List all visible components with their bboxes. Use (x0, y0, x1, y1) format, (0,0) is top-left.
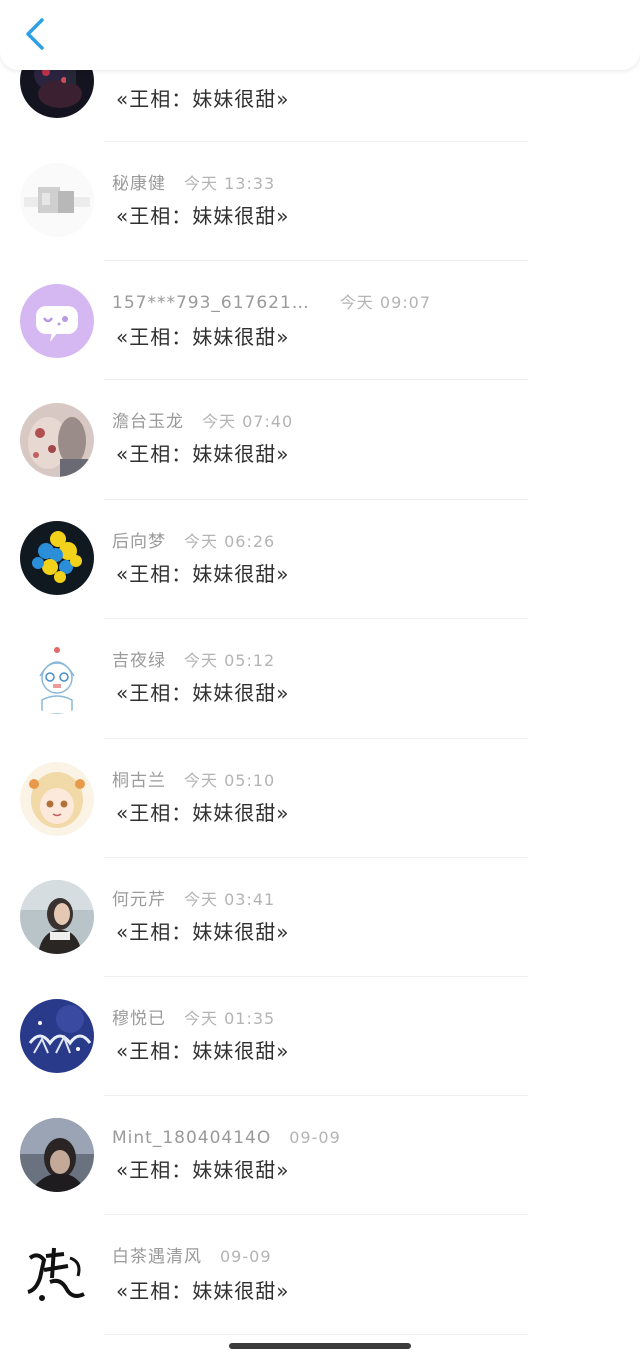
list-item[interactable]: 穆悦已 今天 01:35 «王相：妹妹很甜» (0, 976, 640, 1095)
balloons-avatar-image (20, 521, 94, 595)
user-name: 吉夜绿 (112, 651, 166, 671)
comment-time: 今天 03:41 (184, 890, 276, 909)
divider (104, 1334, 528, 1335)
comment-text: «王相：妹妹很甜» (116, 681, 290, 705)
top-bar (0, 0, 640, 70)
avatar[interactable] (20, 403, 94, 477)
list-item[interactable]: 白茶遇清风 09-09 «王相：妹妹很甜» (0, 1214, 640, 1333)
list-item[interactable]: 秘康健 今天 13:33 «王相：妹妹很甜» (0, 141, 640, 260)
pale-sketch-avatar-image (20, 163, 94, 237)
list-item[interactable]: 吉夜绿 今天 05:12 «王相：妹妹很甜» (0, 618, 640, 737)
chevron-left-icon (26, 18, 44, 50)
avatar[interactable] (20, 1238, 94, 1312)
comment-text: «王相：妹妹很甜» (116, 1279, 290, 1303)
list-item[interactable]: 157***793_617621… 今天 09:07 «王相：妹妹很甜» (0, 260, 640, 379)
comment-text: «王相：妹妹很甜» (116, 442, 290, 466)
comment-text: «王相：妹妹很甜» (116, 1158, 290, 1182)
user-name: 后向梦 (112, 532, 166, 552)
comment-text: «王相：妹妹很甜» (116, 87, 290, 111)
user-name-line: 后向梦 今天 06:26 (112, 529, 275, 555)
user-name: 何元芹 (112, 890, 166, 910)
comment-time: 09-09 (289, 1128, 341, 1147)
user-name-line: 吉夜绿 今天 05:12 (112, 648, 275, 674)
list-item[interactable]: Mint_18040414O 09-09 «王相：妹妹很甜» (0, 1095, 640, 1214)
user-name: 157***793_617621… (112, 293, 310, 313)
comment-text: «王相：妹妹很甜» (116, 801, 290, 825)
avatar[interactable] (20, 640, 94, 714)
user-name: 穆悦已 (112, 1009, 166, 1029)
user-name-line: 澹台玉龙 今天 07:40 (112, 409, 293, 435)
user-name: 白茶遇清风 (112, 1247, 202, 1267)
home-indicator[interactable] (229, 1343, 411, 1349)
avatar[interactable] (20, 163, 94, 237)
comment-time: 今天 09:07 (339, 293, 431, 312)
user-name-line: 穆悦已 今天 01:35 (112, 1006, 275, 1032)
comment-time: 今天 05:10 (184, 771, 276, 790)
avatar[interactable] (20, 880, 94, 954)
user-name-line: 白茶遇清风 09-09 (112, 1244, 272, 1270)
portrait-photo-avatar-image (20, 880, 94, 954)
chat-bubble-avatar-image (20, 284, 94, 358)
user-name: 澹台玉龙 (112, 412, 184, 432)
comment-text: «王相：妹妹很甜» (116, 325, 290, 349)
list-item[interactable]: 何元芹 今天 03:41 «王相：妹妹很甜» (0, 857, 640, 976)
comment-time: 今天 05:12 (184, 651, 276, 670)
avatar[interactable] (20, 521, 94, 595)
back-button[interactable] (18, 14, 52, 54)
dark-portrait-avatar-image (20, 1118, 94, 1192)
list-item[interactable]: 澹台玉龙 今天 07:40 «王相：妹妹很甜» (0, 379, 640, 498)
comment-time: 今天 13:33 (184, 174, 276, 193)
user-name: Mint_18040414O (112, 1128, 272, 1148)
cartoon-girl-avatar-image (20, 640, 94, 714)
avatar[interactable] (20, 762, 94, 836)
anime-girl-avatar-image (20, 762, 94, 836)
user-name-line: 157***793_617621… 今天 09:07 (112, 290, 431, 316)
list-item[interactable]: 后向梦 今天 06:26 «王相：妹妹很甜» (0, 499, 640, 618)
user-name-line: 何元芹 今天 03:41 (112, 887, 275, 913)
comment-text: «王相：妹妹很甜» (116, 562, 290, 586)
blue-art-avatar-image (20, 999, 94, 1073)
comment-text: «王相：妹妹很甜» (116, 204, 290, 228)
comment-text: «王相：妹妹很甜» (116, 920, 290, 944)
user-name: 秘康健 (112, 174, 166, 194)
avatar[interactable] (20, 1118, 94, 1192)
list-item[interactable]: 桐古兰 今天 05:10 «王相：妹妹很甜» (0, 738, 640, 857)
avatar[interactable] (20, 284, 94, 358)
comment-text: «王相：妹妹很甜» (116, 1039, 290, 1063)
user-name-line: 秘康健 今天 13:33 (112, 171, 275, 197)
comment-time: 今天 07:40 (202, 412, 294, 431)
user-name: 桐古兰 (112, 771, 166, 791)
user-name-line: Mint_18040414O 09-09 (112, 1125, 341, 1151)
comment-time: 今天 06:26 (184, 532, 276, 551)
avatar[interactable] (20, 999, 94, 1073)
calligraphy-avatar-image (20, 1238, 94, 1312)
comment-time: 今天 01:35 (184, 1009, 276, 1028)
user-name-line: 桐古兰 今天 05:10 (112, 768, 275, 794)
floral-photo-avatar-image (20, 403, 94, 477)
comment-time: 09-09 (220, 1247, 272, 1266)
